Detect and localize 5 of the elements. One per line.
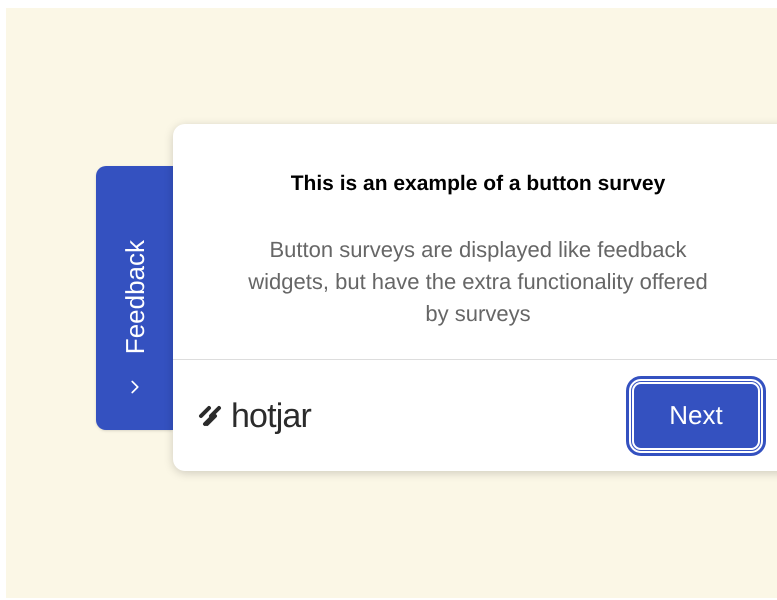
feedback-label: Feedback: [122, 240, 148, 354]
survey-title: This is an example of a button survey: [290, 171, 666, 197]
survey-description: Button surveys are displayed like feedback widgets, but have the extra functionality offered by surveys: [248, 236, 708, 328]
feedback-tab[interactable]: Feedback: [96, 166, 173, 430]
hotjar-wordmark: hotjar: [231, 398, 311, 432]
